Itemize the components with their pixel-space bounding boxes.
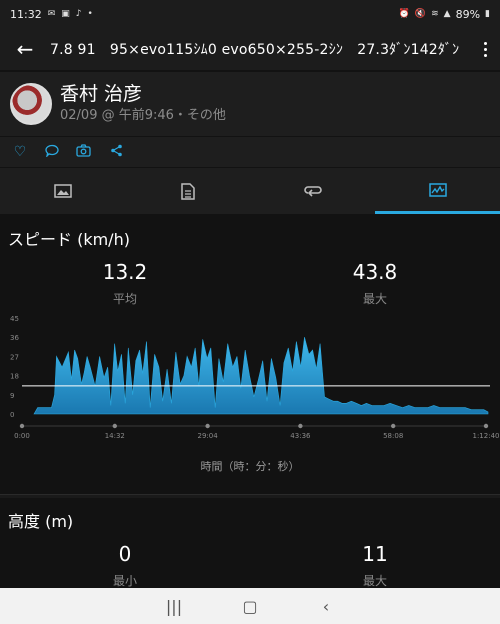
x-tick-label: 14:32: [105, 432, 125, 440]
y-tick-label: 36: [10, 334, 19, 342]
x-tick-dot: [112, 423, 118, 429]
like-heart-icon[interactable]: ♡: [12, 144, 28, 160]
back-chevron-icon[interactable]: ‹: [316, 597, 336, 616]
x-tick-dot: [205, 423, 210, 429]
altitude-max-label: 最大: [362, 574, 387, 588]
tab-map[interactable]: [0, 168, 125, 214]
app-bar: ← 7.8 91 95×evo115ｼﾑ0 evo650×255-2ｼﾝ 27.…: [0, 28, 500, 70]
dot-icon: •: [87, 9, 93, 19]
altitude-min-label: 最小: [112, 574, 137, 588]
avatar[interactable]: [10, 83, 52, 125]
comment-bubble-icon[interactable]: [44, 144, 60, 161]
status-bar: 11:32 ✉ ▣ ♪ • ⏰ 🔇 ≋ ▲ 89% ▮: [0, 0, 500, 28]
y-tick-label: 0: [10, 411, 14, 419]
x-tick-dot: [391, 423, 396, 429]
speed-avg-value: 13.2: [102, 260, 148, 284]
share-icon[interactable]: [108, 144, 124, 161]
stats-list-icon: [180, 182, 195, 200]
home-icon[interactable]: ▢: [240, 597, 260, 616]
activity-owner: 香村 治彦 02/09 @ 午前9:46・その他: [0, 72, 500, 136]
tab-laps[interactable]: [250, 168, 375, 214]
activity-title: 7.8 91 95×evo115ｼﾑ0 evo650×255-2ｼﾝ 27.3ﾀ…: [50, 42, 460, 58]
speed-max-value: 43.8: [352, 260, 398, 284]
battery-level: 89%: [455, 7, 481, 21]
signal-icon: ▲: [443, 9, 451, 19]
speed-avg-label: 平均: [112, 292, 137, 306]
speed-area-series: [33, 337, 489, 415]
y-tick-label: 9: [10, 392, 14, 400]
altitude-min-value: 0: [118, 542, 132, 566]
notification-icon: ✉: [47, 9, 56, 19]
wifi-icon: ≋: [431, 9, 439, 19]
speed-section-title: スピード (km/h): [8, 230, 130, 249]
altitude-section-title: 高度 (m): [8, 512, 74, 531]
y-tick-label: 27: [10, 353, 19, 361]
chart-icon: [428, 182, 447, 197]
y-tick-label: 45: [10, 315, 19, 323]
gallery-icon: ▣: [61, 9, 70, 19]
x-tick-dot: [483, 423, 489, 429]
activity-screen: 11:32 ✉ ▣ ♪ • ⏰ 🔇 ≋ ▲ 89% ▮ ← 7.8 91 95×…: [0, 0, 500, 624]
altitude-max-value: 11: [362, 542, 388, 566]
x-tick-label: 1:12:40: [473, 432, 500, 440]
section-divider: [0, 494, 500, 498]
x-tick-label: 0:00: [14, 432, 30, 440]
activity-tabs: [0, 168, 500, 214]
speed-max-label: 最大: [362, 292, 387, 306]
tab-stats[interactable]: [125, 168, 250, 214]
activity-meta: 02/09 @ 午前9:46・その他: [60, 108, 226, 123]
status-time: 11:32: [10, 7, 42, 21]
battery-icon: ▮: [485, 9, 490, 19]
tab-charts[interactable]: [375, 168, 500, 214]
speed-chart[interactable]: 45 36 27 18 9 0 0:00 14:32 29:04 43:36 58:08 1:12:4…: [0, 312, 500, 452]
laps-loop-icon: [303, 186, 322, 197]
system-nav-bar: ||| ▢ ‹: [0, 588, 500, 624]
alarm-icon: ⏰: [398, 9, 410, 19]
x-axis-caption: 時間（時：分：秒）: [200, 460, 300, 473]
add-photo-icon[interactable]: [76, 143, 92, 161]
x-tick-dot: [19, 423, 25, 429]
owner-name[interactable]: 香村 治彦: [60, 82, 226, 106]
map-image-icon: [53, 184, 72, 198]
x-tick-dot: [298, 423, 303, 429]
y-tick-label: 18: [10, 373, 19, 381]
back-arrow-icon[interactable]: ←: [0, 28, 50, 70]
recent-apps-icon[interactable]: |||: [164, 597, 184, 616]
x-tick-label: 43:36: [290, 432, 311, 440]
mute-icon: 🔇: [414, 9, 427, 19]
x-tick-label: 58:08: [383, 432, 403, 440]
action-row: ♡: [0, 137, 500, 167]
x-tick-label: 29:04: [198, 432, 219, 440]
more-options-icon[interactable]: [470, 41, 500, 57]
tiktok-icon: ♪: [75, 9, 82, 19]
